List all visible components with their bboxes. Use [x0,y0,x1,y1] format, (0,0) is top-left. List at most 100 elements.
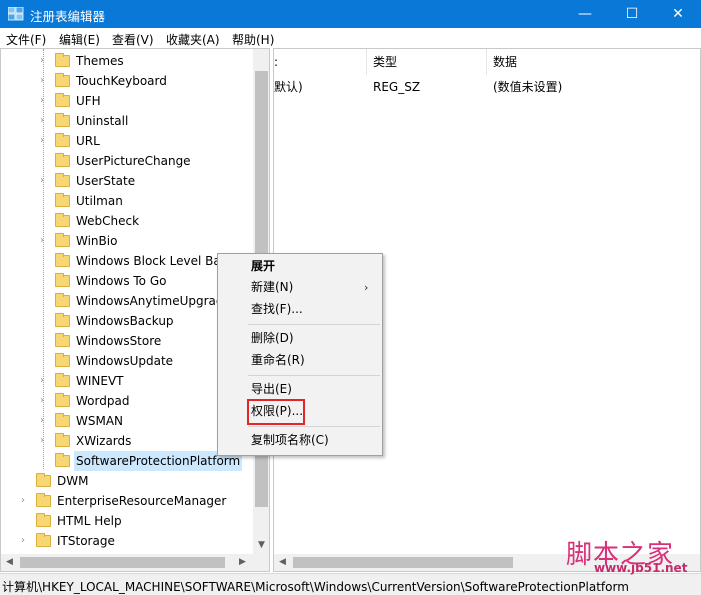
tree-item[interactable]: › EnterpriseResourceManager [1,491,253,511]
watermark-url: www.jb51.net [594,561,688,575]
status-bar: 计算机\HKEY_LOCAL_MACHINE\SOFTWARE\Microsof… [0,573,701,595]
scroll-down-icon[interactable]: ▼ [253,537,269,554]
tree-item[interactable]: › WSMAN [1,411,253,431]
expand-chevron-icon[interactable]: › [37,391,47,411]
folder-icon [36,513,51,527]
tree-item[interactable]: › UserState [1,171,253,191]
menu-help[interactable]: 帮助(H) [232,31,274,48]
expand-chevron-icon[interactable]: › [37,91,47,111]
column-header-data[interactable]: 数据 [487,49,700,75]
maximize-button[interactable]: ☐ [609,0,655,28]
expand-chevron-icon[interactable]: › [37,231,47,251]
tree-item[interactable]: › URL [1,131,253,151]
menu-file[interactable]: 文件(F) [6,31,46,48]
scroll-right-icon[interactable]: ▶ [234,554,251,571]
menu-item-export[interactable]: 导出(E) [251,379,292,400]
folder-icon [55,313,70,327]
expand-chevron-icon[interactable]: › [18,531,28,551]
tree-item[interactable]: › WinBio [1,231,253,251]
menu-item-delete[interactable]: 删除(D) [251,328,294,349]
title-bar: 注册表编辑器 — ☐ ✕ [0,0,701,28]
tree-item-label: EnterpriseResourceManager [57,494,227,508]
tree-item[interactable]: HTML Help [1,511,253,531]
folder-icon [55,453,70,467]
column-header-type[interactable]: 类型 [367,49,487,75]
expand-chevron-icon[interactable]: › [37,131,47,151]
scroll-left-icon[interactable]: ◀ [274,554,291,571]
close-button[interactable]: ✕ [655,0,701,28]
expand-chevron-icon[interactable]: › [37,371,47,391]
column-header-name[interactable]: : [274,49,367,75]
tree-horizontal-scrollbar[interactable]: ◀ ▶ [1,554,253,571]
scroll-left-icon[interactable]: ◀ [1,554,18,571]
folder-icon [55,433,70,447]
folder-icon [55,93,70,107]
tree-item-label: HTML Help [57,514,122,528]
expand-chevron-icon[interactable]: › [37,411,47,431]
tree-item[interactable]: WebCheck [1,211,253,231]
value-data-cell: (数值未设置) [493,80,563,94]
registry-editor-icon [8,7,24,21]
menu-item-find[interactable]: 查找(F)... [251,299,303,320]
folder-icon [55,153,70,167]
menu-favorites[interactable]: 收藏夹(A) [166,31,220,48]
values-horizontal-scroll-thumb[interactable] [293,557,513,568]
tree-item-label: Wordpad [76,394,130,408]
context-menu: 展开 新建(N) › 查找(F)... 删除(D) 重命名(R) 导出(E) 权… [217,253,383,456]
tree-item[interactable]: › XWizards [1,431,253,451]
expand-chevron-icon[interactable]: › [18,491,28,511]
tree-item-label: TouchKeyboard [76,74,167,88]
value-name-cell: 默认) [274,80,303,94]
folder-icon [55,373,70,387]
tree-item[interactable]: › UFH [1,91,253,111]
menu-item-rename[interactable]: 重命名(R) [251,350,305,371]
tree-item-label: WINEVT [76,374,124,388]
tree-item[interactable]: › Wordpad [1,391,253,411]
menu-edit[interactable]: 编辑(E) [59,31,100,48]
status-path: 计算机\HKEY_LOCAL_MACHINE\SOFTWARE\Microsof… [2,580,629,594]
folder-icon [55,113,70,127]
expand-chevron-icon[interactable]: › [37,51,47,71]
tree-item-label: DWM [57,474,89,488]
tree-item-label: Uninstall [76,114,129,128]
tree-item-label: WindowsBackup [76,314,174,328]
menu-item-copy-key-name[interactable]: 复制项名称(C) [251,430,329,451]
tree-item-label: WindowsUpdate [76,354,174,368]
minimize-button[interactable]: — [562,0,608,28]
tree-item[interactable]: Windows Block Level Ba [1,251,253,271]
tree-item[interactable]: Windows To Go [1,271,253,291]
tree-item[interactable]: SoftwareProtectionPlatform [1,451,253,471]
tree-item-label: WindowsAnytimeUpgrac [76,294,223,308]
tree-item[interactable]: WindowsUpdate [1,351,253,371]
tree-item-label: URL [76,134,100,148]
tree-item[interactable]: › Uninstall [1,111,253,131]
folder-icon [55,193,70,207]
tree-item[interactable]: Utilman [1,191,253,211]
menu-item-expand[interactable]: 展开 [251,256,275,277]
folder-icon [55,353,70,367]
tree-item[interactable]: › ITStorage [1,531,253,551]
menu-separator [248,426,380,427]
tree-item[interactable]: UserPictureChange [1,151,253,171]
tree-item[interactable]: › WINEVT [1,371,253,391]
expand-chevron-icon[interactable]: › [37,431,47,451]
tree-item[interactable]: WindowsBackup [1,311,253,331]
tree-item[interactable]: WindowsAnytimeUpgrac [1,291,253,311]
tree-item[interactable]: › Themes [1,51,253,71]
tree-item[interactable]: DWM [1,471,253,491]
tree-horizontal-scroll-thumb[interactable] [20,557,225,568]
value-type-cell: REG_SZ [373,80,421,94]
expand-chevron-icon[interactable]: › [37,71,47,91]
folder-icon [55,273,70,287]
expand-chevron-icon[interactable]: › [37,111,47,131]
tree-item[interactable]: WindowsStore [1,331,253,351]
tree-item-label: UserPictureChange [76,154,191,168]
folder-icon [55,73,70,87]
menu-view[interactable]: 查看(V) [112,31,154,48]
tree-item[interactable]: › TouchKeyboard [1,71,253,91]
expand-chevron-icon[interactable]: › [37,171,47,191]
folder-icon [55,253,70,267]
watermark-logo: 脚本之家 www.jb51.net [556,534,701,576]
menu-item-new[interactable]: 新建(N) [251,277,293,298]
tree-item-label: UFH [76,94,101,108]
